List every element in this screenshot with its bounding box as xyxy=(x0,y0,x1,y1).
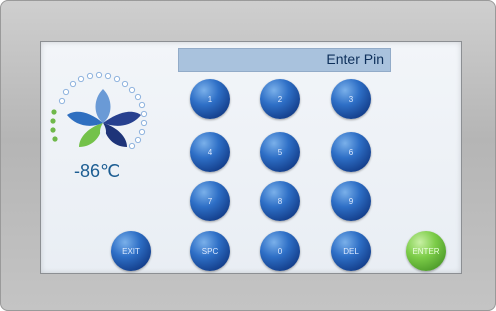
exit-button[interactable]: EXIT xyxy=(111,231,151,271)
temperature-readout: -86℃ xyxy=(74,161,121,181)
key-9[interactable]: 9 xyxy=(331,181,371,221)
delete-button[interactable]: DEL xyxy=(331,231,371,271)
device-bezel: Enter Pin -86℃ 1 2 3 4 5 6 7 8 9 EXIT SP… xyxy=(0,0,496,311)
key-2[interactable]: 2 xyxy=(260,79,300,119)
touch-screen: Enter Pin -86℃ 1 2 3 4 5 6 7 8 9 EXIT SP… xyxy=(40,41,462,274)
key-1[interactable]: 1 xyxy=(190,79,230,119)
pin-entry-field[interactable]: Enter Pin xyxy=(178,48,391,72)
key-4[interactable]: 4 xyxy=(190,132,230,172)
space-button[interactable]: SPC xyxy=(190,231,230,271)
enter-button[interactable]: ENTER xyxy=(406,231,446,271)
flower-logo-icon xyxy=(50,71,148,150)
key-5[interactable]: 5 xyxy=(260,132,300,172)
pin-prompt: Enter Pin xyxy=(326,51,384,67)
key-7[interactable]: 7 xyxy=(190,181,230,221)
key-3[interactable]: 3 xyxy=(331,79,371,119)
key-6[interactable]: 6 xyxy=(331,132,371,172)
key-0[interactable]: 0 xyxy=(260,231,300,271)
key-8[interactable]: 8 xyxy=(260,181,300,221)
